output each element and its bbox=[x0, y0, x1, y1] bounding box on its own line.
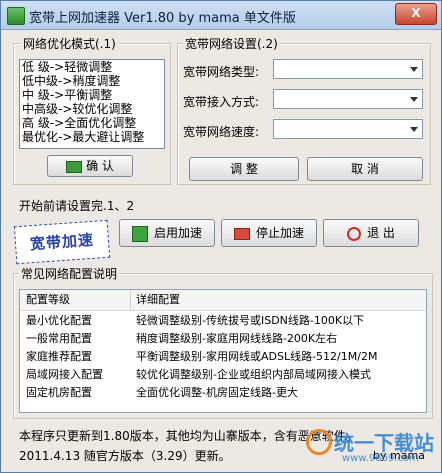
stop-icon bbox=[233, 227, 250, 240]
network-speed-label: 宽带网络速度: bbox=[183, 125, 260, 139]
config-table: 配置等级 详细配置 最小优化配置 轻微调整级别-传统拔号或ISDN线路-100K… bbox=[19, 289, 427, 413]
network-speed-select[interactable] bbox=[273, 119, 423, 139]
mode-item[interactable]: 最优化->最大避让调整 bbox=[20, 130, 164, 144]
table-header: 配置等级 详细配置 bbox=[20, 290, 426, 311]
row-level: 固定机房配置 bbox=[26, 386, 92, 399]
mode-item[interactable]: 中高级->较优化调整 bbox=[20, 102, 164, 116]
app-icon bbox=[7, 7, 25, 25]
row-level: 局域网接入配置 bbox=[26, 368, 103, 381]
close-button[interactable]: X bbox=[395, 3, 437, 25]
column-divider bbox=[130, 290, 131, 310]
row-level: 最小优化配置 bbox=[26, 314, 92, 327]
cancel-button[interactable]: 取 消 bbox=[307, 157, 423, 181]
enable-icon bbox=[131, 225, 148, 242]
no-entry-icon bbox=[347, 226, 362, 241]
exit-label: 退 出 bbox=[367, 226, 395, 240]
chevron-down-icon bbox=[410, 67, 418, 72]
watermark-logo-icon bbox=[306, 429, 332, 455]
configs-group-title: 常见网络配置说明 bbox=[19, 265, 120, 282]
mode-item[interactable]: 低 级->轻微调整 bbox=[20, 60, 164, 74]
table-row[interactable]: 固定机房配置 全面优化调整-机房固定线路-更大 bbox=[20, 384, 426, 402]
table-row[interactable]: 最小优化配置 轻微调整级别-传统拔号或ISDN线路-100K以下 bbox=[20, 312, 426, 330]
row-detail: 稍度调整级别-家庭用网线线路-200K左右 bbox=[136, 332, 338, 345]
row-level: 家庭推荐配置 bbox=[26, 350, 92, 363]
optimization-group-title: 网络优化模式(.1) bbox=[21, 35, 118, 52]
exit-button[interactable]: 退 出 bbox=[323, 219, 419, 247]
mode-listbox[interactable]: 低 级->轻微调整 低中级->稍度调整 中 级->平衡调整 中高级->较优化调整… bbox=[19, 59, 165, 149]
confirm-button[interactable]: 确 认 bbox=[47, 155, 133, 177]
enable-label: 启用加速 bbox=[153, 226, 202, 240]
column-header-detail: 详细配置 bbox=[136, 293, 180, 306]
main-window: 宽带上网加速器 Ver1.80 by mama 单文件版 X 网络优化模式(.1… bbox=[0, 0, 442, 473]
stop-accelerate-button[interactable]: 停止加速 bbox=[221, 219, 317, 247]
confirm-label: 确 认 bbox=[86, 159, 114, 173]
mode-item[interactable]: 高 级->全面优化调整 bbox=[20, 116, 164, 130]
row-detail: 较优化调整级别-企业或组织内部局域网接入模式 bbox=[136, 368, 371, 381]
footer-update: 2011.4.13 随官方版本（3.29）更新。 bbox=[19, 449, 231, 463]
confirm-icon bbox=[66, 160, 83, 173]
watermark-text: 统一下载站 bbox=[334, 431, 434, 455]
watermark-url: www.9669.com bbox=[342, 453, 419, 464]
mode-item[interactable]: 低中级->稍度调整 bbox=[20, 74, 164, 88]
broadband-accelerate-logo: 宽带加速 bbox=[13, 219, 111, 265]
mode-item[interactable]: 中 级->平衡调整 bbox=[20, 88, 164, 102]
table-row[interactable]: 局域网接入配置 较优化调整级别-企业或组织内部局域网接入模式 bbox=[20, 366, 426, 384]
stop-label: 停止加速 bbox=[255, 226, 304, 240]
window-title: 宽带上网加速器 Ver1.80 by mama 单文件版 bbox=[29, 11, 296, 26]
enable-accelerate-button[interactable]: 启用加速 bbox=[119, 219, 215, 247]
chevron-down-icon bbox=[410, 127, 418, 132]
title-bar[interactable]: 宽带上网加速器 Ver1.80 by mama 单文件版 X bbox=[1, 1, 441, 30]
broadband-group-title: 宽带网络设置(.2) bbox=[183, 35, 280, 52]
row-detail: 平衡调整级别-家用网线或ADSL线路-512/1M/2M bbox=[136, 350, 378, 363]
network-type-select[interactable] bbox=[273, 59, 423, 79]
chevron-down-icon bbox=[410, 97, 418, 102]
table-row[interactable]: 一般常用配置 稍度调整级别-家庭用网线线路-200K左右 bbox=[20, 330, 426, 348]
column-header-level: 配置等级 bbox=[26, 293, 70, 306]
row-detail: 轻微调整级别-传统拔号或ISDN线路-100K以下 bbox=[136, 314, 365, 327]
access-mode-label: 宽带接入方式: bbox=[183, 95, 260, 109]
row-detail: 全面优化调整-机房固定线路-更大 bbox=[136, 386, 298, 399]
access-mode-select[interactable] bbox=[273, 89, 423, 109]
table-row[interactable]: 家庭推荐配置 平衡调整级别-家用网线或ADSL线路-512/1M/2M bbox=[20, 348, 426, 366]
adjust-button[interactable]: 调 整 bbox=[189, 157, 299, 181]
site-watermark: 统一下载站 www.9669.com bbox=[306, 427, 440, 469]
row-level: 一般常用配置 bbox=[26, 332, 92, 345]
network-type-label: 宽带网络类型: bbox=[183, 65, 260, 79]
setup-notice: 开始前请设置完.1、2 bbox=[19, 199, 135, 213]
